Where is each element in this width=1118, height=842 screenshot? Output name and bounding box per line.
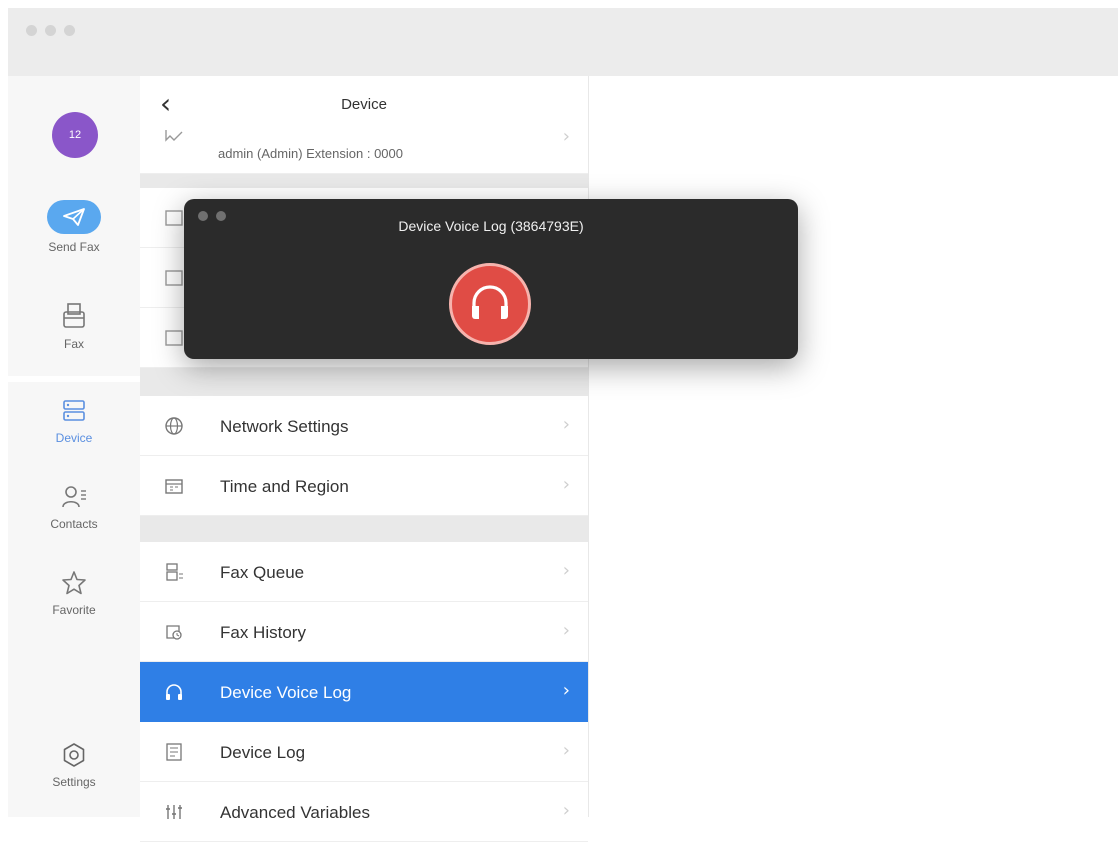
- nav-label: Fax: [63, 337, 84, 351]
- window-controls: [26, 25, 75, 36]
- chevron-right-icon: ›: [562, 680, 570, 701]
- nav-label: Favorite: [52, 603, 96, 617]
- headphones-icon: [467, 281, 513, 328]
- section-divider: [140, 516, 588, 542]
- queue-icon: [164, 562, 184, 582]
- voice-log-popup: Device Voice Log (3864793E): [184, 199, 798, 359]
- user-account-row[interactable]: admin (Admin) Extension : 0000 ›: [140, 122, 588, 174]
- avatar[interactable]: 12: [52, 112, 98, 158]
- list-item-label: Fax Queue: [220, 563, 305, 582]
- nav-device[interactable]: Device: [8, 398, 140, 445]
- list-item-label: Device Log: [220, 743, 306, 762]
- sidebar-nav: 12 Send Fax Fax Device Contacts Favorite: [8, 76, 141, 817]
- chevron-right-icon: ›: [562, 414, 570, 435]
- nav-favorite[interactable]: Favorite: [8, 570, 140, 617]
- nav-contacts[interactable]: Contacts: [8, 484, 140, 531]
- list-icon: [164, 208, 184, 228]
- log-icon: [164, 742, 184, 762]
- minimize-window-button[interactable]: [45, 25, 56, 36]
- list-item-device-voice-log[interactable]: Device Voice Log ›: [140, 662, 588, 722]
- nav-divider: [8, 376, 140, 382]
- headphones-icon: [164, 682, 184, 702]
- nav-fax[interactable]: Fax: [8, 302, 140, 351]
- list-icon: [164, 268, 184, 288]
- chevron-right-icon: ›: [562, 740, 570, 761]
- window-titlebar: [8, 8, 1118, 76]
- sliders-icon: [164, 802, 184, 822]
- list-item-label: Time and Region: [220, 477, 349, 496]
- star-icon: [8, 570, 140, 599]
- user-info-text: admin (Admin) Extension : 0000: [218, 146, 403, 161]
- zoom-window-button[interactable]: [64, 25, 75, 36]
- popup-title: Device Voice Log (3864793E): [398, 218, 584, 234]
- list-item-label: Advanced Variables: [220, 803, 370, 822]
- nav-send-fax[interactable]: Send Fax: [8, 200, 140, 254]
- section-divider: [140, 368, 588, 396]
- nav-settings[interactable]: Settings: [8, 742, 140, 789]
- list-item-fax-queue[interactable]: Fax Queue ›: [140, 542, 588, 602]
- list-item-label: Fax History: [220, 623, 306, 642]
- nav-label: Settings: [52, 775, 96, 789]
- avatar-badge-text: 12: [68, 129, 82, 141]
- list-item-label: Device Voice Log: [220, 683, 352, 702]
- chevron-right-icon: ›: [562, 474, 570, 495]
- list-item-device-log[interactable]: Device Log ›: [140, 722, 588, 782]
- fax-icon: [8, 302, 140, 333]
- close-window-button[interactable]: [26, 25, 37, 36]
- list-item-fax-history[interactable]: Fax History ›: [140, 602, 588, 662]
- globe-icon: [164, 416, 184, 436]
- calendar-icon: [164, 476, 184, 496]
- contacts-icon: [8, 484, 140, 513]
- nav-label: Contacts: [50, 517, 98, 531]
- history-icon: [164, 622, 184, 642]
- nav-label: Device: [55, 431, 93, 445]
- nav-label: Send Fax: [48, 240, 100, 254]
- chevron-right-icon: ›: [562, 800, 570, 821]
- section-divider: [140, 174, 588, 188]
- list-item-advanced-variables[interactable]: Advanced Variables ›: [140, 782, 588, 842]
- page-title: Device: [341, 96, 387, 113]
- device-icon: [8, 398, 140, 427]
- chevron-right-icon: ›: [562, 560, 570, 581]
- list-icon: [164, 328, 184, 348]
- user-icon: [164, 128, 184, 149]
- list-item-time-and-region[interactable]: Time and Region ›: [140, 456, 588, 516]
- listen-button[interactable]: [449, 263, 531, 345]
- chevron-right-icon: ›: [562, 126, 570, 147]
- list-item-network-settings[interactable]: Network Settings ›: [140, 396, 588, 456]
- gear-icon: [8, 742, 140, 771]
- device-menu-panel: ‹ Device admin (Admin) Extension : 0000 …: [140, 76, 589, 842]
- chevron-right-icon: ›: [562, 620, 570, 641]
- list-item-label: Network Settings: [220, 417, 349, 436]
- send-icon: [47, 200, 101, 234]
